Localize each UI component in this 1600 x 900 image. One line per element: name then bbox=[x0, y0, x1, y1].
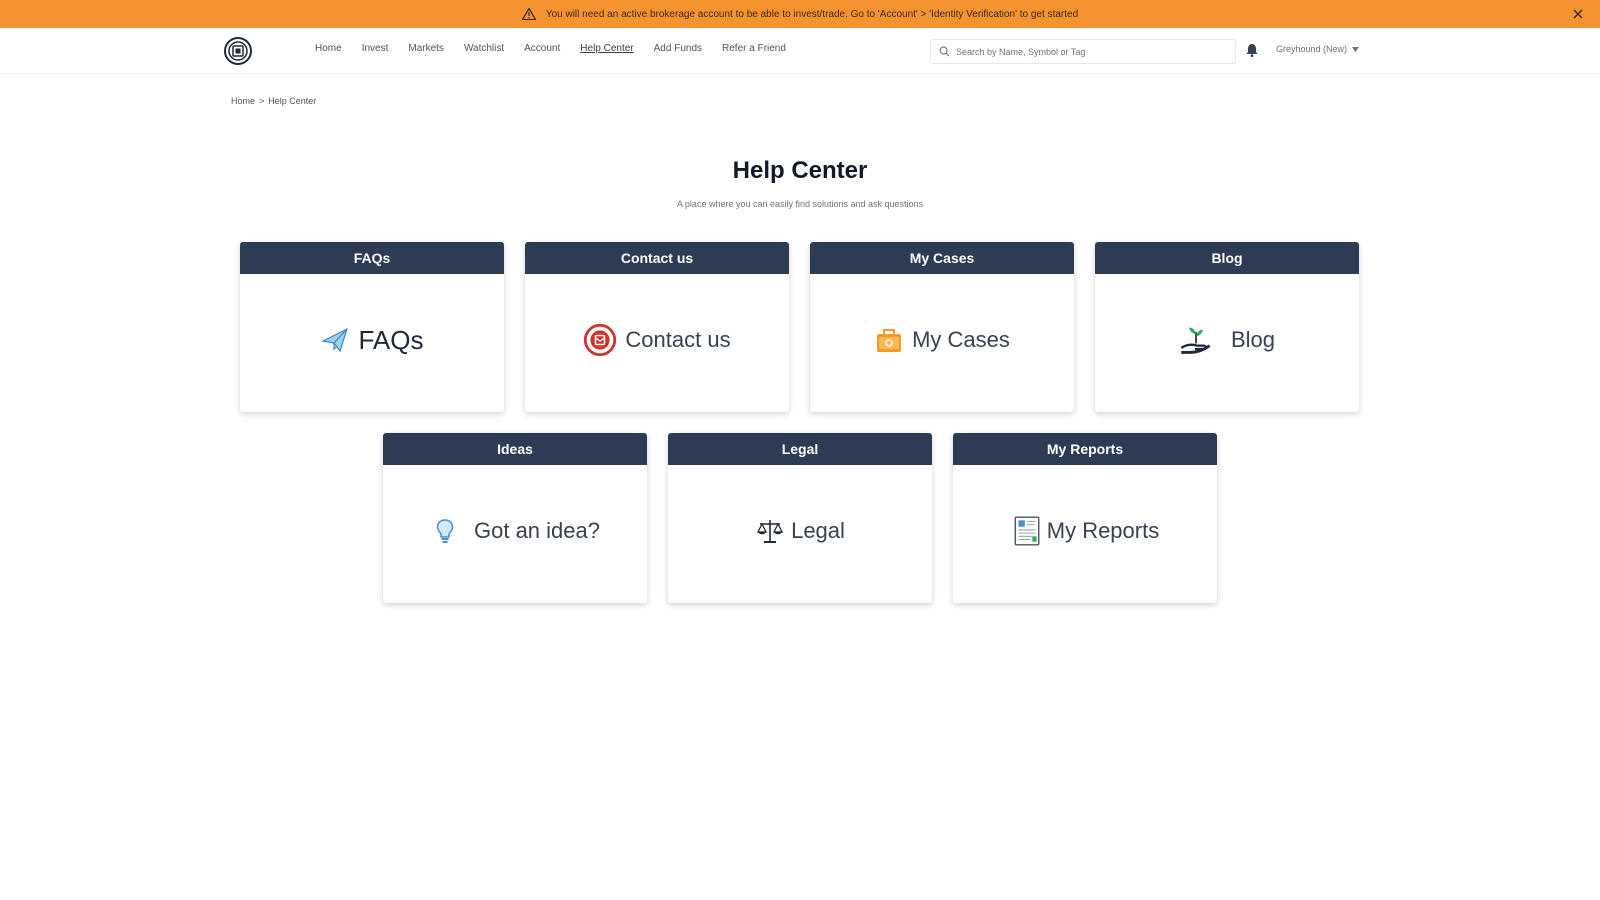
card-label: Got an idea? bbox=[474, 518, 600, 543]
top-header: Home Invest Markets Watchlist Account He… bbox=[0, 28, 1600, 74]
card-body: Legal bbox=[668, 465, 932, 603]
banner-content: You will need an active brokerage accoun… bbox=[521, 8, 1079, 20]
card-legal[interactable]: Legal Legal bbox=[668, 433, 932, 603]
card-header: Blog bbox=[1095, 242, 1359, 274]
card-header: My Cases bbox=[810, 242, 1074, 274]
report-icon bbox=[1014, 516, 1040, 546]
nav-watchlist[interactable]: Watchlist bbox=[464, 43, 504, 54]
search-box[interactable] bbox=[930, 39, 1236, 64]
card-my-reports[interactable]: My Reports My Reports bbox=[953, 433, 1217, 603]
plant-hand-icon bbox=[1180, 327, 1211, 354]
card-header: Legal bbox=[668, 433, 932, 465]
paper-plane-icon bbox=[321, 327, 349, 353]
card-label: Blog bbox=[1230, 327, 1276, 352]
card-label: My Reports bbox=[1046, 518, 1160, 543]
warning-banner: You will need an active brokerage accoun… bbox=[0, 0, 1600, 28]
breadcrumb-current: Help Center bbox=[268, 96, 317, 106]
search-icon bbox=[939, 46, 950, 57]
page-subtitle: A place where you can easily find soluti… bbox=[676, 199, 924, 209]
breadcrumb: Home > Help Center bbox=[231, 96, 316, 106]
nav-refer-a-friend[interactable]: Refer a Friend bbox=[722, 43, 786, 54]
chevron-down-icon bbox=[1352, 46, 1360, 52]
close-icon[interactable] bbox=[1570, 6, 1586, 22]
contact-icon bbox=[584, 323, 617, 357]
search-input[interactable] bbox=[956, 46, 1226, 57]
card-header: FAQs bbox=[240, 242, 504, 274]
scales-icon bbox=[757, 520, 784, 543]
card-faqs[interactable]: FAQs FAQs bbox=[240, 242, 504, 412]
lightbulb-icon bbox=[436, 519, 454, 543]
card-header: My Reports bbox=[953, 433, 1217, 465]
nav-markets[interactable]: Markets bbox=[408, 43, 444, 54]
card-label: My Cases bbox=[912, 327, 1010, 352]
nav-add-funds[interactable]: Add Funds bbox=[654, 43, 702, 54]
breadcrumb-home[interactable]: Home bbox=[231, 96, 255, 106]
card-body: My Reports bbox=[953, 465, 1217, 603]
card-label: Legal bbox=[791, 518, 845, 543]
nav-help-center[interactable]: Help Center bbox=[580, 43, 633, 54]
card-body: Contact us bbox=[525, 274, 789, 412]
card-my-cases[interactable]: My Cases My Cases bbox=[810, 242, 1074, 412]
bell-icon[interactable] bbox=[1244, 42, 1260, 58]
card-body: FAQs bbox=[240, 274, 504, 412]
card-label: Contact us bbox=[625, 327, 731, 352]
nav-invest[interactable]: Invest bbox=[362, 43, 389, 54]
main-nav: Home Invest Markets Watchlist Account He… bbox=[315, 43, 806, 54]
card-contact-us[interactable]: Contact us Contact us bbox=[525, 242, 789, 412]
briefcase-icon bbox=[877, 329, 902, 352]
card-body: Got an idea? bbox=[383, 465, 647, 603]
card-header: Contact us bbox=[525, 242, 789, 274]
page-title: Help Center bbox=[732, 157, 868, 184]
banner-message: You will need an active brokerage accoun… bbox=[545, 8, 1079, 20]
nav-account[interactable]: Account bbox=[524, 43, 560, 54]
card-label: FAQs bbox=[358, 324, 424, 355]
breadcrumb-separator: > bbox=[259, 96, 265, 106]
card-body: My Cases bbox=[810, 274, 1074, 412]
nav-home[interactable]: Home bbox=[315, 43, 342, 54]
card-blog[interactable]: Blog Blog bbox=[1095, 242, 1359, 412]
card-ideas[interactable]: Ideas Got an idea? bbox=[383, 433, 647, 603]
user-name: Greyhound (New) bbox=[1276, 44, 1348, 54]
card-header: Ideas bbox=[383, 433, 647, 465]
logo[interactable] bbox=[223, 36, 253, 66]
warning-icon bbox=[521, 8, 536, 20]
user-menu[interactable]: Greyhound (New) bbox=[1276, 44, 1360, 54]
card-body: Blog bbox=[1095, 274, 1359, 412]
